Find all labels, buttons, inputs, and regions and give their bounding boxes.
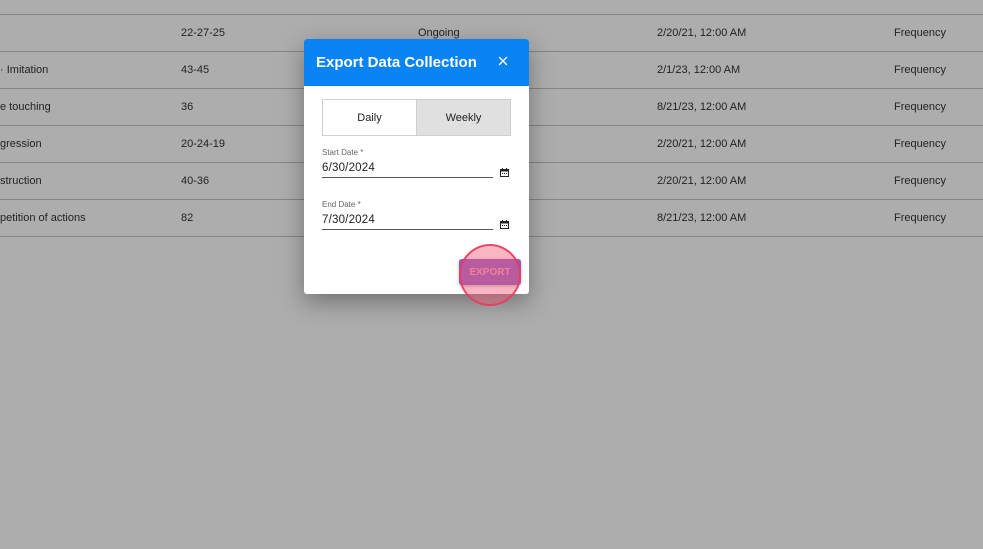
close-icon[interactable] <box>495 53 511 69</box>
dialog-title: Export Data Collection <box>316 54 477 71</box>
start-date-input[interactable] <box>322 160 493 178</box>
calendar-icon[interactable] <box>500 216 509 229</box>
end-date-input[interactable] <box>322 212 493 230</box>
tab-weekly[interactable]: Weekly <box>416 100 510 135</box>
frequency-toggle: Daily Weekly <box>322 99 511 136</box>
start-date-field: Start Date * <box>322 148 509 178</box>
export-button[interactable]: EXPORT <box>459 259 521 285</box>
start-date-label: Start Date * <box>322 148 364 157</box>
calendar-icon[interactable] <box>500 164 509 177</box>
dialog-header: Export Data Collection <box>304 39 529 86</box>
export-dialog: Export Data Collection Daily Weekly Star… <box>304 39 529 294</box>
tab-daily[interactable]: Daily <box>323 100 416 135</box>
end-date-field: End Date * <box>322 200 509 230</box>
end-date-label: End Date * <box>322 200 361 209</box>
